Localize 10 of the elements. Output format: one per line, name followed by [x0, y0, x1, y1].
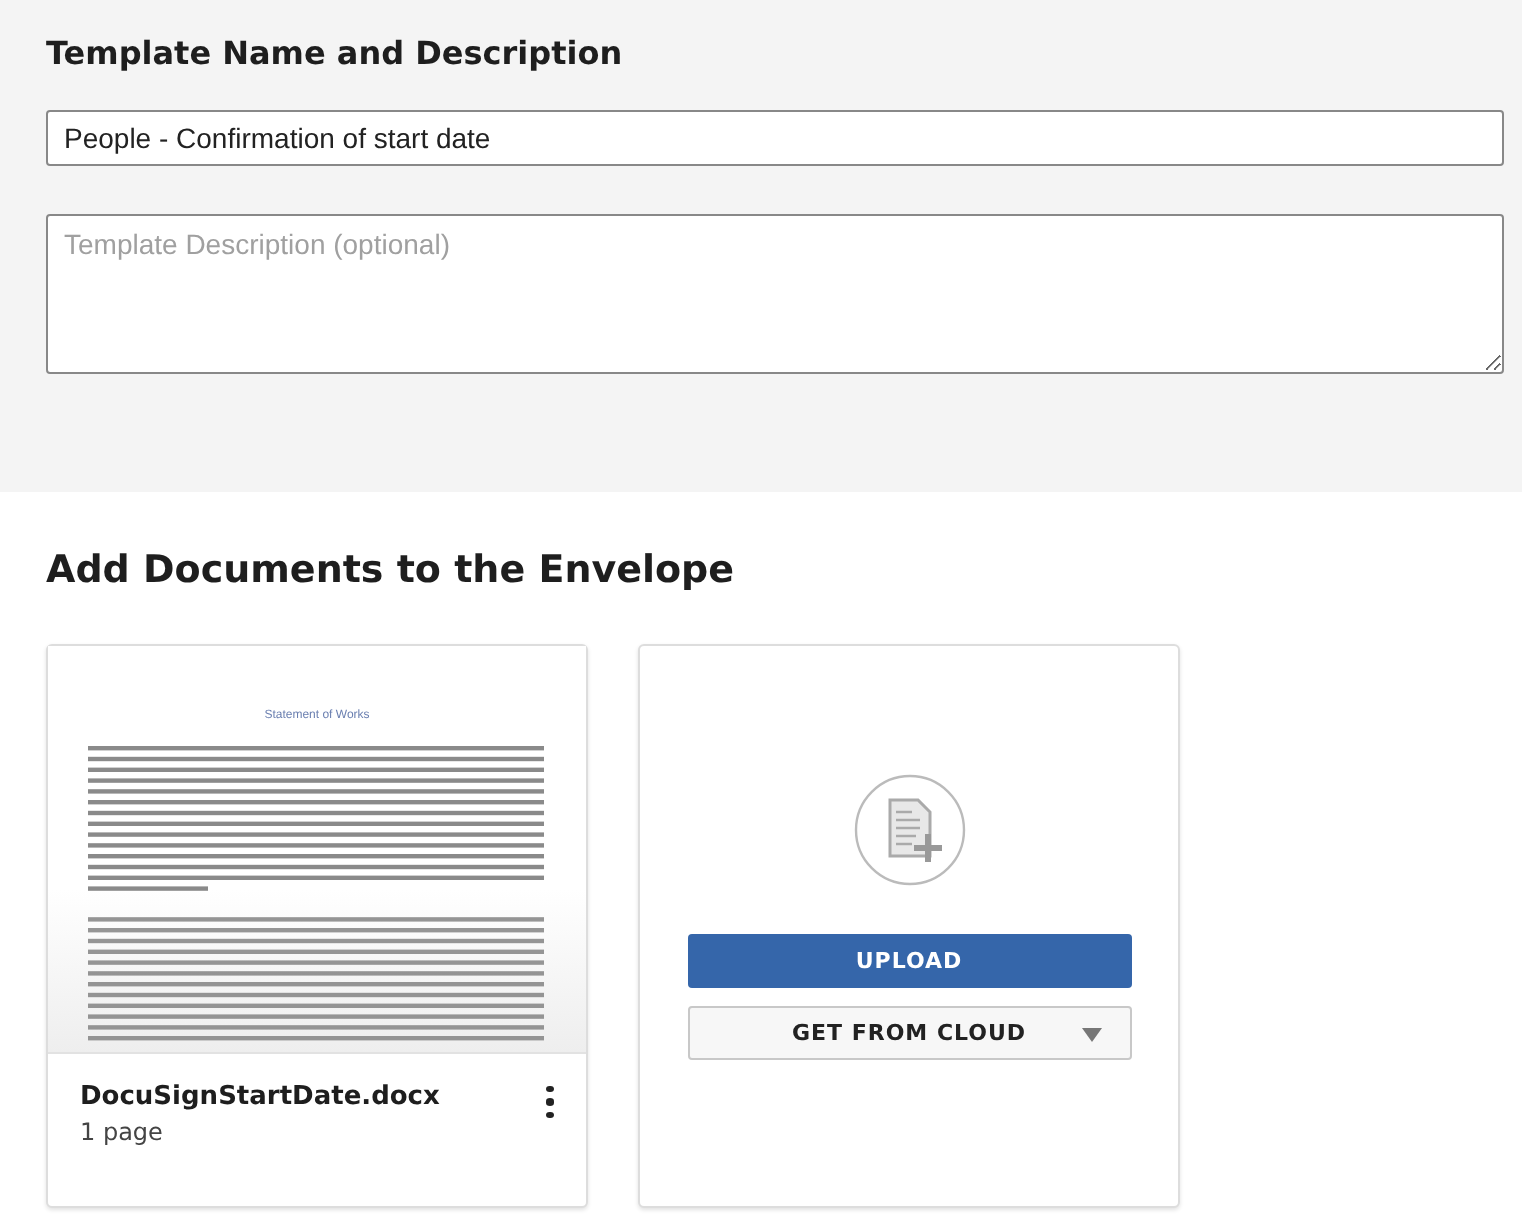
- file-name: DocuSignStartDate.docx: [80, 1082, 440, 1112]
- cloud-button[interactable]: GET FROM CLOUD: [687, 1006, 1131, 1060]
- name-field[interactable]: People - Confirmation of start date: [46, 110, 1504, 166]
- add-document-icon: [853, 774, 965, 886]
- section-heading: Template Name and Description: [46, 34, 625, 74]
- section-heading: Add Documents to the Envelope: [46, 546, 737, 596]
- page-count: 1 page: [80, 1118, 165, 1146]
- caret-icon: [1081, 1028, 1101, 1042]
- description-field[interactable]: Template Description (optional): [46, 214, 1504, 374]
- upload-button[interactable]: UPLOAD: [687, 934, 1131, 988]
